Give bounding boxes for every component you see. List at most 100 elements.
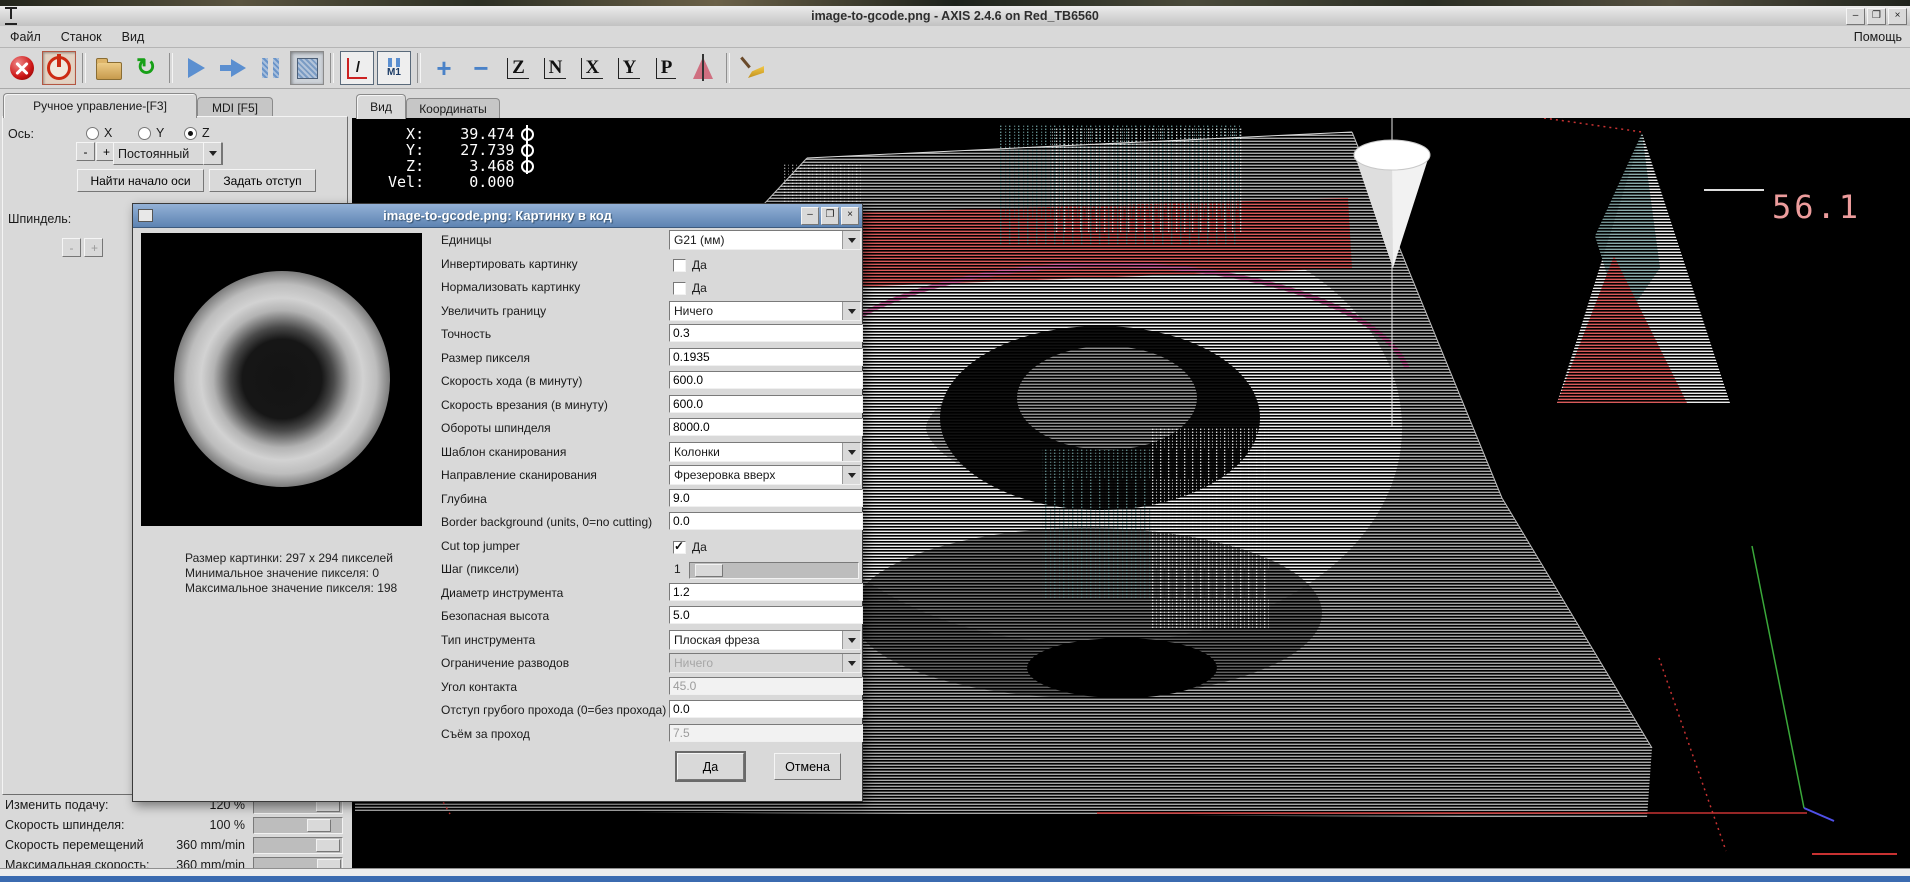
- plunge-rate-input[interactable]: [669, 395, 863, 413]
- rotate-icon: [693, 57, 713, 79]
- invert-image-checkbox[interactable]: Да: [673, 255, 707, 275]
- view-x-button[interactable]: X: [575, 51, 609, 85]
- cancel-button[interactable]: Отмена: [774, 753, 841, 780]
- zoom-in-icon: +: [436, 55, 451, 81]
- axis-z-radio[interactable]: Z: [184, 126, 210, 140]
- rotate-view-button[interactable]: [686, 51, 720, 85]
- contact-angle-input: [669, 677, 863, 695]
- stop-icon: [297, 58, 318, 79]
- pixel-size-input[interactable]: [669, 348, 863, 366]
- taskbar-strip: [0, 876, 1910, 882]
- chevron-down-icon: [842, 466, 860, 484]
- slider-handle[interactable]: [316, 839, 340, 852]
- home-axis-button[interactable]: Найти начало оси: [77, 169, 204, 192]
- dialog-titlebar[interactable]: image-to-gcode.png: Картинку в код – ❐ ×: [133, 204, 862, 228]
- reload-button[interactable]: ↻: [129, 51, 163, 85]
- stop-button[interactable]: [290, 51, 324, 85]
- chevron-down-icon: [842, 654, 860, 672]
- slider-handle[interactable]: [307, 819, 331, 832]
- dro-readout: X: 39.474 Y: 27.739 Z: 3.468 Vel: 0.000: [388, 126, 534, 190]
- view-y-button[interactable]: Y: [612, 51, 646, 85]
- image-to-gcode-dialog: image-to-gcode.png: Картинку в код – ❐ ×…: [132, 203, 863, 802]
- run-program-button[interactable]: [216, 51, 250, 85]
- machine-power-button[interactable]: [42, 51, 76, 85]
- toolbar-separator: [726, 53, 730, 83]
- tolerance-input[interactable]: [669, 324, 863, 342]
- jog-speed-slider[interactable]: [253, 837, 343, 854]
- slider-handle[interactable]: [695, 564, 723, 577]
- feed-rate-input[interactable]: [669, 371, 863, 389]
- minimize-button[interactable]: –: [1846, 8, 1865, 25]
- tab-dro[interactable]: Координаты: [406, 98, 500, 119]
- tab-manual-control[interactable]: Ручное управление-[F3]: [3, 93, 197, 118]
- homed-icon: [521, 128, 534, 141]
- dro-vel: Vel: 0.000: [388, 174, 534, 190]
- open-file-button[interactable]: [92, 51, 126, 85]
- broom-icon: [741, 56, 765, 80]
- dialog-minimize-button[interactable]: –: [801, 207, 819, 225]
- homed-icon: [521, 160, 534, 173]
- extend-border-combo[interactable]: Ничего: [669, 301, 861, 321]
- tool-type-combo[interactable]: Плоская фреза: [669, 630, 861, 650]
- axis-y-radio[interactable]: Y: [138, 126, 164, 140]
- toolbar: ↻ / M1 + − Z N X Y P: [0, 48, 1910, 89]
- safety-height-input[interactable]: [669, 606, 863, 624]
- maximize-button[interactable]: ❐: [1867, 8, 1886, 25]
- chevron-down-icon: [842, 631, 860, 649]
- jog-minus-button[interactable]: -: [76, 142, 95, 161]
- cut-top-jumper-checkbox[interactable]: Да: [673, 537, 707, 557]
- tab-mdi[interactable]: MDI [F5]: [197, 97, 273, 118]
- window-title: image-to-gcode.png - AXIS 2.4.6 on Red_T…: [0, 9, 1910, 23]
- tool-diameter-input[interactable]: [669, 583, 863, 601]
- clear-plot-button[interactable]: [736, 51, 770, 85]
- menu-view[interactable]: Вид: [122, 30, 145, 44]
- roughing-offset-input[interactable]: [669, 700, 863, 718]
- optional-stop-icon: M1: [387, 58, 401, 78]
- axis-x-radio[interactable]: X: [86, 126, 112, 140]
- reload-icon: ↻: [136, 56, 156, 80]
- dialog-close-button[interactable]: ×: [841, 207, 859, 225]
- view-z-button[interactable]: Z: [501, 51, 535, 85]
- skip-lines-button[interactable]: /: [340, 51, 374, 85]
- zoom-out-button[interactable]: −: [464, 51, 498, 85]
- menu-machine[interactable]: Станок: [61, 30, 102, 44]
- normalize-image-checkbox[interactable]: Да: [673, 278, 707, 298]
- zoom-in-button[interactable]: +: [427, 51, 461, 85]
- border-background-input[interactable]: [669, 512, 863, 530]
- dialog-title: image-to-gcode.png: Картинку в код: [133, 208, 862, 223]
- spindle-override-slider[interactable]: [253, 817, 343, 834]
- toolbar-separator: [330, 53, 334, 83]
- scan-pattern-combo[interactable]: Колонки: [669, 442, 861, 462]
- pause-button[interactable]: [253, 51, 287, 85]
- window-titlebar[interactable]: image-to-gcode.png - AXIS 2.4.6 on Red_T…: [0, 6, 1910, 27]
- skip-lines-icon: /: [347, 58, 367, 79]
- units-combo[interactable]: G21 (мм): [669, 230, 861, 250]
- spindle-speed-input[interactable]: [669, 418, 863, 436]
- jog-mode-combo[interactable]: Постоянный: [113, 142, 223, 165]
- view-z-rotated-button[interactable]: N: [538, 51, 572, 85]
- spindle-minus-button[interactable]: -: [62, 238, 81, 257]
- close-button[interactable]: ×: [1888, 8, 1907, 25]
- step-slider[interactable]: [689, 562, 859, 579]
- radio-icon: [184, 127, 197, 140]
- view-perspective-button[interactable]: P: [649, 51, 683, 85]
- dialog-maximize-button[interactable]: ❐: [821, 207, 839, 225]
- jog-speed-row: Скорость перемещений 360 mm/min: [0, 836, 348, 855]
- toolbar-separator: [169, 53, 173, 83]
- menu-help[interactable]: Помощь: [1854, 30, 1902, 44]
- estop-button[interactable]: [5, 51, 39, 85]
- depth-input[interactable]: [669, 489, 863, 507]
- estop-icon: [10, 56, 34, 80]
- spindle-plus-button[interactable]: +: [84, 238, 103, 257]
- tab-preview[interactable]: Вид: [356, 94, 406, 119]
- scan-direction-combo[interactable]: Фрезеровка вверх: [669, 465, 861, 485]
- chevron-down-icon: [203, 142, 222, 165]
- menu-file[interactable]: Файл: [10, 30, 41, 44]
- roughing-depth-input: [669, 724, 863, 742]
- menubar: Файл Станок Вид Помощь: [0, 26, 1910, 48]
- optional-stop-button[interactable]: M1: [377, 51, 411, 85]
- touch-off-button[interactable]: Задать отступ: [209, 169, 316, 192]
- ok-button[interactable]: Да: [677, 753, 744, 780]
- step-value: 1: [674, 562, 681, 576]
- run-step-button[interactable]: [179, 51, 213, 85]
